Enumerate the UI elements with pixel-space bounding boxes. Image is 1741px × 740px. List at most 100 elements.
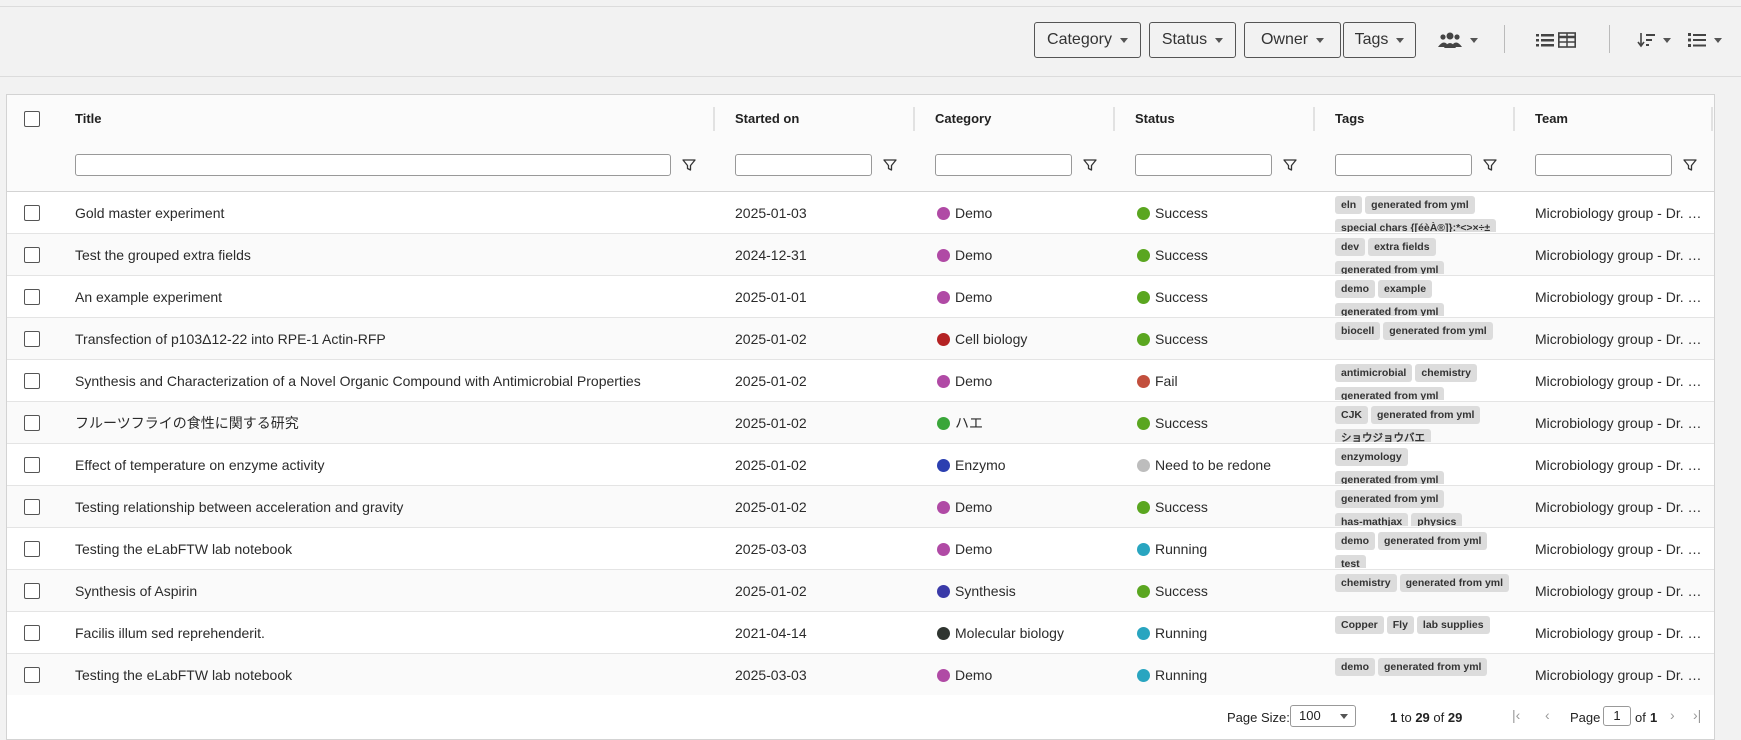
- tag-badge[interactable]: physics: [1411, 513, 1463, 526]
- next-page-icon[interactable]: ›: [1670, 707, 1675, 723]
- column-resize-handle[interactable]: [1313, 107, 1315, 131]
- col-header-category[interactable]: Category: [935, 95, 991, 143]
- tag-badge[interactable]: CJK: [1335, 406, 1369, 424]
- tag-badge[interactable]: ショウジョウバエ: [1335, 429, 1431, 442]
- page-number-input[interactable]: 1: [1603, 706, 1631, 726]
- filter-icon[interactable]: [883, 158, 897, 172]
- table-row[interactable]: Effect of temperature on enzyme activity…: [7, 444, 1714, 486]
- tags-filter-input[interactable]: [1335, 154, 1472, 176]
- tag-badge[interactable]: special chars {[éèÀ®]}:*<>×÷±: [1335, 219, 1497, 232]
- tag-badge[interactable]: antimicrobial: [1335, 364, 1413, 382]
- tag-badge[interactable]: lab supplies: [1416, 616, 1490, 634]
- status-filter-button[interactable]: Status: [1149, 22, 1236, 58]
- page-size-select[interactable]: 100: [1290, 705, 1356, 727]
- tag-badge[interactable]: generated from yml: [1399, 574, 1510, 592]
- row-checkbox[interactable]: [24, 205, 40, 221]
- tag-badge[interactable]: Copper: [1335, 616, 1384, 634]
- previous-page-icon[interactable]: ‹: [1545, 707, 1550, 723]
- row-checkbox[interactable]: [24, 541, 40, 557]
- row-title[interactable]: Testing the eLabFTW lab notebook: [75, 528, 705, 570]
- row-checkbox[interactable]: [24, 625, 40, 641]
- filter-icon[interactable]: [682, 158, 696, 172]
- table-row[interactable]: Transfection of p103Δ12-22 into RPE-1 Ac…: [7, 318, 1714, 360]
- col-header-tags[interactable]: Tags: [1335, 95, 1364, 143]
- column-resize-handle[interactable]: [1113, 107, 1115, 131]
- select-all-checkbox[interactable]: [24, 111, 40, 127]
- tag-badge[interactable]: enzymology: [1335, 448, 1408, 466]
- team-filter-input[interactable]: [1535, 154, 1672, 176]
- table-view-button[interactable]: [1558, 29, 1576, 51]
- col-header-started-on[interactable]: Started on: [735, 95, 799, 143]
- col-header-team[interactable]: Team: [1535, 95, 1568, 143]
- row-checkbox[interactable]: [24, 331, 40, 347]
- owner-filter-button[interactable]: Owner: [1244, 22, 1341, 58]
- tag-badge[interactable]: generated from yml: [1335, 471, 1445, 484]
- tag-badge[interactable]: generated from yml: [1371, 406, 1481, 424]
- row-title[interactable]: Effect of temperature on enzyme activity: [75, 444, 705, 486]
- sort-by-button[interactable]: [1688, 29, 1722, 51]
- tag-badge[interactable]: Fly: [1386, 616, 1414, 634]
- category-filter-input[interactable]: [935, 154, 1072, 176]
- status-filter-input[interactable]: [1135, 154, 1272, 176]
- column-resize-handle[interactable]: [1711, 107, 1713, 131]
- tag-badge[interactable]: test: [1335, 555, 1366, 568]
- row-title[interactable]: Facilis illum sed reprehenderit.: [75, 612, 705, 654]
- tag-badge[interactable]: generated from yml: [1335, 490, 1445, 508]
- tag-badge[interactable]: generated from yml: [1335, 261, 1445, 274]
- row-title[interactable]: Gold master experiment: [75, 192, 705, 234]
- row-title[interactable]: Testing relationship between acceleratio…: [75, 486, 705, 528]
- tag-badge[interactable]: chemistry: [1335, 574, 1397, 592]
- last-page-icon[interactable]: ›|: [1693, 707, 1701, 723]
- tag-badge[interactable]: example: [1378, 280, 1433, 298]
- row-checkbox[interactable]: [24, 247, 40, 263]
- tag-badge[interactable]: generated from yml: [1378, 658, 1488, 676]
- row-title[interactable]: Synthesis of Aspirin: [75, 570, 705, 612]
- tag-badge[interactable]: chemistry: [1415, 364, 1477, 382]
- table-row[interactable]: フルーツフライの食性に関する研究 2025-01-02 ハエ Success CJK ge…: [7, 402, 1714, 444]
- list-view-button[interactable]: [1536, 29, 1554, 51]
- tag-badge[interactable]: generated from yml: [1335, 303, 1445, 316]
- table-row[interactable]: An example experiment 2025-01-01 Demo Succe…: [7, 276, 1714, 318]
- tag-badge[interactable]: generated from yml: [1383, 322, 1493, 340]
- tag-badge[interactable]: generated from yml: [1335, 387, 1445, 400]
- table-row[interactable]: Testing relationship between acceleratio…: [7, 486, 1714, 528]
- row-title[interactable]: Transfection of p103Δ12-22 into RPE-1 Ac…: [75, 318, 705, 360]
- filter-icon[interactable]: [1683, 158, 1697, 172]
- users-scope-button[interactable]: [1438, 29, 1478, 51]
- tag-badge[interactable]: demo: [1335, 280, 1376, 298]
- column-resize-handle[interactable]: [913, 107, 915, 131]
- table-row[interactable]: Gold master experiment 2025-01-03 Demo Succ…: [7, 192, 1714, 234]
- filter-icon[interactable]: [1083, 158, 1097, 172]
- row-checkbox[interactable]: [24, 289, 40, 305]
- table-row[interactable]: Facilis illum sed reprehenderit. 2021-04-…: [7, 612, 1714, 654]
- first-page-icon[interactable]: |‹: [1512, 707, 1520, 723]
- column-resize-handle[interactable]: [713, 107, 715, 131]
- table-row[interactable]: Synthesis and Characterization of a Nove…: [7, 360, 1714, 402]
- row-title[interactable]: Synthesis and Characterization of a Nove…: [75, 360, 705, 402]
- table-row[interactable]: Testing the eLabFTW lab notebook 2025-03-…: [7, 528, 1714, 570]
- tag-badge[interactable]: has-mathjax: [1335, 513, 1409, 526]
- started-on-filter-input[interactable]: [735, 154, 872, 176]
- row-checkbox[interactable]: [24, 373, 40, 389]
- tag-badge[interactable]: demo: [1335, 532, 1376, 550]
- col-header-title[interactable]: Title: [75, 95, 102, 143]
- row-checkbox[interactable]: [24, 583, 40, 599]
- row-title[interactable]: An example experiment: [75, 276, 705, 318]
- tag-badge[interactable]: generated from yml: [1378, 532, 1488, 550]
- table-row[interactable]: Test the grouped extra fields 2024-12-31 D…: [7, 234, 1714, 276]
- row-title[interactable]: Testing the eLabFTW lab notebook: [75, 654, 705, 695]
- table-row[interactable]: Testing the eLabFTW lab notebook 2025-03-…: [7, 654, 1714, 695]
- title-filter-input[interactable]: [75, 154, 671, 176]
- column-resize-handle[interactable]: [1513, 107, 1515, 131]
- tag-badge[interactable]: biocell: [1335, 322, 1381, 340]
- row-checkbox[interactable]: [24, 667, 40, 683]
- tag-badge[interactable]: extra fields: [1368, 238, 1436, 256]
- tag-badge[interactable]: dev: [1335, 238, 1366, 256]
- sort-order-button[interactable]: [1637, 29, 1671, 51]
- row-checkbox[interactable]: [24, 415, 40, 431]
- row-checkbox[interactable]: [24, 457, 40, 473]
- tag-badge[interactable]: generated from yml: [1365, 196, 1475, 214]
- row-title[interactable]: フルーツフライの食性に関する研究: [75, 402, 705, 444]
- col-header-status[interactable]: Status: [1135, 95, 1175, 143]
- row-title[interactable]: Test the grouped extra fields: [75, 234, 705, 276]
